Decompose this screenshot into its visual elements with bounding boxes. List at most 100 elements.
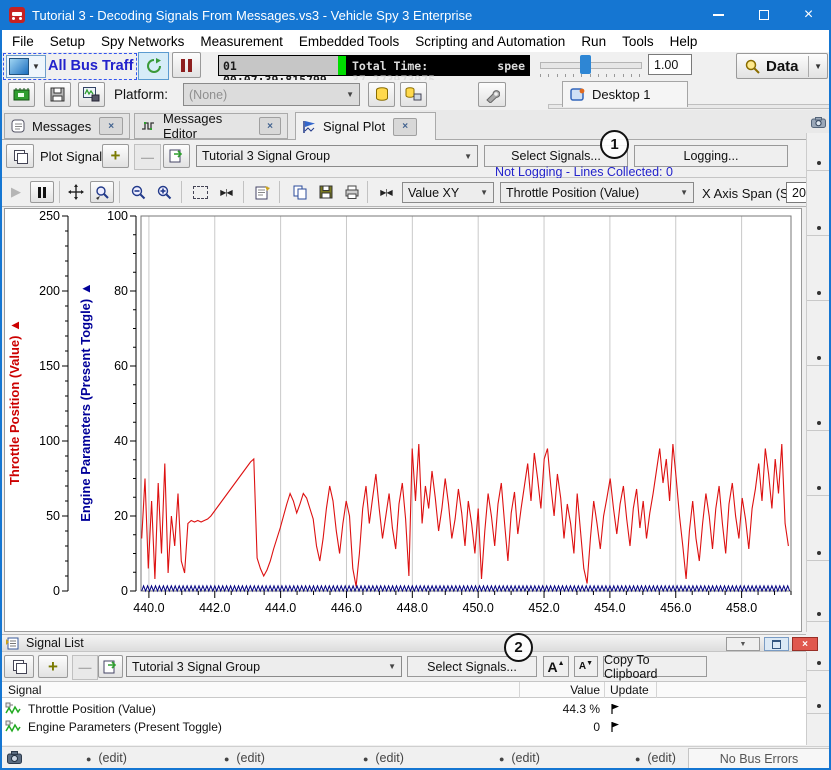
dock-handle-dot[interactable] [817,551,821,555]
dock-handle-dot[interactable] [817,612,821,616]
zoom-out-button[interactable] [126,181,150,203]
zoom-in-button[interactable] [152,181,176,203]
panel-restore-button[interactable] [764,637,789,651]
tab-close-icon[interactable]: × [259,117,281,135]
print-plot-button[interactable] [340,181,364,203]
logging-button[interactable]: Logging... [634,145,788,167]
desktop-tab[interactable]: Desktop 1 [562,81,688,107]
platform-select[interactable]: (None)▼ [183,83,360,106]
list-group-select[interactable]: Tutorial 3 Signal Group▼ [126,656,402,677]
right-dock-strip[interactable] [806,133,831,632]
logger-button[interactable] [78,82,105,107]
spy-mode-button[interactable]: ▼ [6,55,46,78]
status-edit-item[interactable]: ● (edit) [363,751,404,765]
dock-handle-dot[interactable] [817,291,821,295]
pause-button[interactable] [172,52,201,78]
update-flag-icon[interactable] [610,703,620,715]
refresh-button[interactable] [138,52,169,80]
remove-signal-button[interactable]: — [72,655,98,680]
menu-item-tools[interactable]: Tools [614,34,662,49]
menu-item-scripting-and-automation[interactable]: Scripting and Automation [407,34,573,49]
menu-item-embedded-tools[interactable]: Embedded Tools [291,34,407,49]
status-edit-item[interactable]: ● (edit) [86,751,127,765]
dock-handle-dot[interactable] [817,356,821,360]
dock-handle-dot[interactable] [817,704,821,708]
table-row[interactable]: Throttle Position (Value)44.3 % [0,700,806,718]
plot-signals-button[interactable] [6,144,34,168]
data-dropdown-arrow[interactable]: ▼ [808,56,827,77]
plot-mode-select[interactable]: Value XY▼ [402,182,494,203]
tools-button[interactable] [478,82,506,107]
right-dock-strip-lower[interactable] [806,652,831,745]
copy-plot-button[interactable] [288,181,312,203]
group-button[interactable] [163,144,190,168]
close-button[interactable]: × [786,0,831,30]
minus-icon: — [141,150,154,165]
add-plot-button[interactable]: + [102,144,129,168]
minimize-button[interactable] [696,0,741,30]
chevron-down-icon: ▼ [475,188,493,197]
dock-handle-dot[interactable] [817,661,821,665]
tab-close-icon[interactable]: × [393,118,417,136]
menu-item-help[interactable]: Help [662,34,706,49]
menu-item-measurement[interactable]: Measurement [192,34,291,49]
dock-handle-dot[interactable] [817,161,821,165]
fit-y-button[interactable]: ▶|◀ [374,181,398,203]
col-value[interactable]: Value [522,683,600,697]
doc-tab-bar: Messages×Messages Editor× Signal Plot× [0,110,831,140]
plot-properties-button[interactable] [250,181,274,203]
plot-group-select[interactable]: Tutorial 3 Signal Group▼ [196,145,478,167]
panel-close-button[interactable]: × [792,637,818,651]
speed-slider-track[interactable] [540,62,642,69]
col-signal[interactable]: Signal [8,683,41,697]
capture-corner[interactable] [806,112,831,133]
tab-messages-editor[interactable]: Messages Editor× [134,113,288,139]
status-camera-icon[interactable] [7,751,23,764]
tab-signal-plot[interactable]: Signal Plot× [295,112,436,140]
hardware-button[interactable] [8,82,35,107]
menu-item-run[interactable]: Run [573,34,614,49]
save-plot-button[interactable] [314,181,338,203]
signal-list-views-button[interactable] [4,655,34,678]
svg-text:0: 0 [53,584,60,598]
database-export-button[interactable] [400,82,427,107]
increase-font-button[interactable]: A▲ [543,656,569,677]
list-group-button[interactable] [98,655,123,678]
data-button[interactable]: Data ▼ [736,53,828,79]
copy-to-clipboard-button[interactable]: Copy To Clipboard [603,656,707,677]
add-signal-button[interactable]: + [38,655,68,678]
plot-canvas[interactable]: 440.0442.0444.0446.0448.0450.0452.0454.0… [5,209,801,631]
fit-x-button[interactable]: ▶|◀ [214,181,238,203]
status-edit-item[interactable]: ● (edit) [499,751,540,765]
status-edit-item[interactable]: ● (edit) [635,751,676,765]
tab-messages[interactable]: Messages× [4,113,130,139]
dock-separator [807,170,831,171]
menu-item-setup[interactable]: Setup [42,34,93,49]
speed-slider-handle[interactable] [580,55,591,74]
speed-value-input[interactable]: 1.00 [648,54,692,75]
remove-plot-button[interactable]: — [134,144,161,170]
dock-handle-dot[interactable] [817,226,821,230]
app-icon-wheel [12,17,15,20]
save-setup-button[interactable] [44,82,71,107]
active-signal-select[interactable]: Throttle Position (Value)▼ [500,182,694,203]
maximize-button[interactable] [741,0,786,30]
tab-close-icon[interactable]: × [99,117,123,135]
plot-pause-button[interactable] [30,181,54,203]
dock-handle-dot[interactable] [817,486,821,490]
database-button[interactable] [368,82,395,107]
menu-item-file[interactable]: File [4,34,42,49]
panel-menu-button[interactable]: ▼ [726,637,760,651]
signal-plot-chart[interactable]: 440.0442.0444.0446.0448.0450.0452.0454.0… [4,208,802,632]
col-update[interactable]: Update [610,683,649,697]
copy-to-clipboard-label: Copy To Clipboard [604,653,706,681]
table-row[interactable]: Engine Parameters (Present Toggle)0 [0,718,806,736]
dock-handle-dot[interactable] [817,421,821,425]
status-edit-item[interactable]: ● (edit) [224,751,265,765]
menu-item-spy-networks[interactable]: Spy Networks [93,34,192,49]
maximize-icon [759,10,769,20]
decrease-font-button[interactable]: A▼ [574,656,598,677]
update-flag-icon[interactable] [610,721,620,733]
select-region-button[interactable] [188,181,212,203]
bus-mode-label[interactable]: All Bus Traffi [48,58,134,74]
